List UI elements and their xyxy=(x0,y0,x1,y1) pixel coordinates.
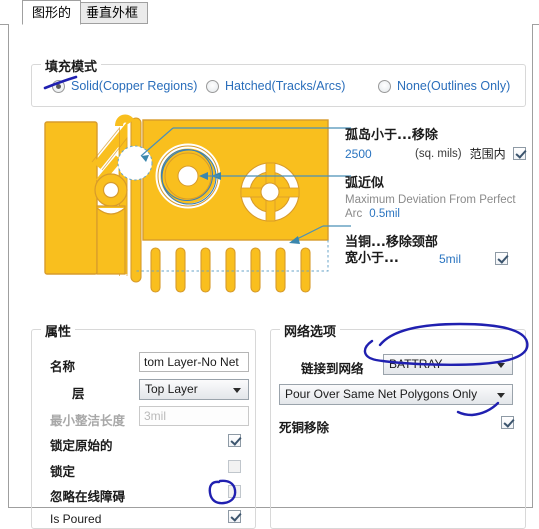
chevron-down-icon xyxy=(233,387,241,393)
radio-dot-icon xyxy=(206,79,219,93)
island-area-unit: (sq. mils) xyxy=(415,147,462,160)
connect-to-net-combobox[interactable]: BATTRAY- xyxy=(383,354,513,375)
ignore-violations-checkbox[interactable] xyxy=(228,485,241,498)
pcb-preview-illustration xyxy=(44,114,351,293)
radio-solid-copper-regions[interactable]: Solid(Copper Regions) xyxy=(52,77,197,95)
fill-mode-title: 填充模式 xyxy=(41,56,102,75)
properties-group: 属性 名称 tom Layer-No Net 层 Top Layer 最小整洁长… xyxy=(31,321,256,529)
callout-arc-sub-line1: Maximum Deviation From Perfect xyxy=(345,194,516,206)
polygon-pour-dialog: 图形的 垂直外框 填充模式 Solid(Copper Regions) Hatc… xyxy=(0,0,539,529)
radio-dot-icon xyxy=(378,79,391,93)
tab-vertical-outline[interactable]: 垂直外框 xyxy=(76,2,149,24)
layer-combobox[interactable]: Top Layer xyxy=(139,379,249,400)
chevron-down-icon xyxy=(497,362,505,368)
island-range-checkbox[interactable] xyxy=(512,147,526,160)
ignore-violations-label: 忽略在线障碍 xyxy=(50,489,126,504)
radio-label: Solid(Copper Regions) xyxy=(71,79,198,93)
min-primitive-length-input: 3mil xyxy=(139,406,249,426)
chevron-down-icon xyxy=(497,392,505,398)
callout-remove-islands: 孤岛小于...移除 2500 (sq. mils) 范围内 xyxy=(345,128,526,162)
is-poured-checkbox[interactable] xyxy=(228,510,241,523)
layer-combobox-value: Top Layer xyxy=(145,382,198,396)
connect-to-net-value: BATTRAY- xyxy=(389,357,446,371)
radio-label: Hatched(Tracks/Arcs) xyxy=(225,79,346,93)
properties-title: 属性 xyxy=(41,321,76,340)
dialog-panel: 填充模式 Solid(Copper Regions) Hatched(Track… xyxy=(8,24,533,529)
neck-width-value[interactable]: 5mil xyxy=(439,252,485,266)
net-options-title: 网络选项 xyxy=(280,321,341,340)
callout-arc-sub-line2-label: Arc xyxy=(345,208,363,220)
layer-label: 层 xyxy=(72,386,85,401)
remove-dead-copper-checkbox[interactable] xyxy=(501,416,514,429)
pour-mode-combobox[interactable]: Pour Over Same Net Polygons Only xyxy=(279,384,513,405)
locked-label: 锁定 xyxy=(50,464,76,479)
radio-hatched-tracks-arcs[interactable]: Hatched(Tracks/Arcs) xyxy=(206,77,345,95)
callout-neck-heading-line2: 宽小于... xyxy=(345,251,399,266)
callout-island-heading: 孤岛小于...移除 xyxy=(345,128,438,143)
remove-dead-copper-label: 死铜移除 xyxy=(279,420,330,435)
fill-mode-group: 填充模式 Solid(Copper Regions) Hatched(Track… xyxy=(31,56,526,107)
min-primitive-length-label: 最小整洁长度 xyxy=(50,413,126,428)
net-options-group: 网络选项 链接到网络 BATTRAY- Pour Over Same Net P… xyxy=(270,321,526,529)
pour-mode-value: Pour Over Same Net Polygons Only xyxy=(285,387,478,401)
radio-dot-icon xyxy=(52,79,65,93)
is-poured-label: Is Poured xyxy=(50,512,102,526)
tab-graphical[interactable]: 图形的 xyxy=(22,0,82,25)
tab-strip: 图形的 垂直外框 xyxy=(0,0,539,26)
callout-arc-heading: 弧近似 xyxy=(345,176,385,191)
lock-primitives-label: 锁定原始的 xyxy=(50,438,113,453)
callout-arc-approximation: 弧近似 Maximum Deviation From Perfect Arc 0… xyxy=(345,176,516,221)
locked-checkbox[interactable] xyxy=(228,460,241,473)
name-input[interactable]: tom Layer-No Net xyxy=(139,352,249,372)
neck-remove-checkbox[interactable] xyxy=(495,252,508,265)
name-label: 名称 xyxy=(50,359,76,374)
radio-none-outlines-only[interactable]: None(Outlines Only) xyxy=(378,77,510,95)
callout-remove-necks: 当铜...移除颈部 宽小于... 5mil xyxy=(345,235,508,266)
callout-neck-heading-line1: 当铜...移除颈部 xyxy=(345,235,438,250)
island-range-label: 范围内 xyxy=(469,147,506,161)
island-area-value[interactable]: 2500 xyxy=(345,147,415,161)
radio-label: None(Outlines Only) xyxy=(397,79,511,93)
lock-primitives-checkbox[interactable] xyxy=(228,434,241,447)
connect-to-net-label: 链接到网络 xyxy=(301,361,364,376)
arc-deviation-value[interactable]: 0.5mil xyxy=(369,208,400,220)
